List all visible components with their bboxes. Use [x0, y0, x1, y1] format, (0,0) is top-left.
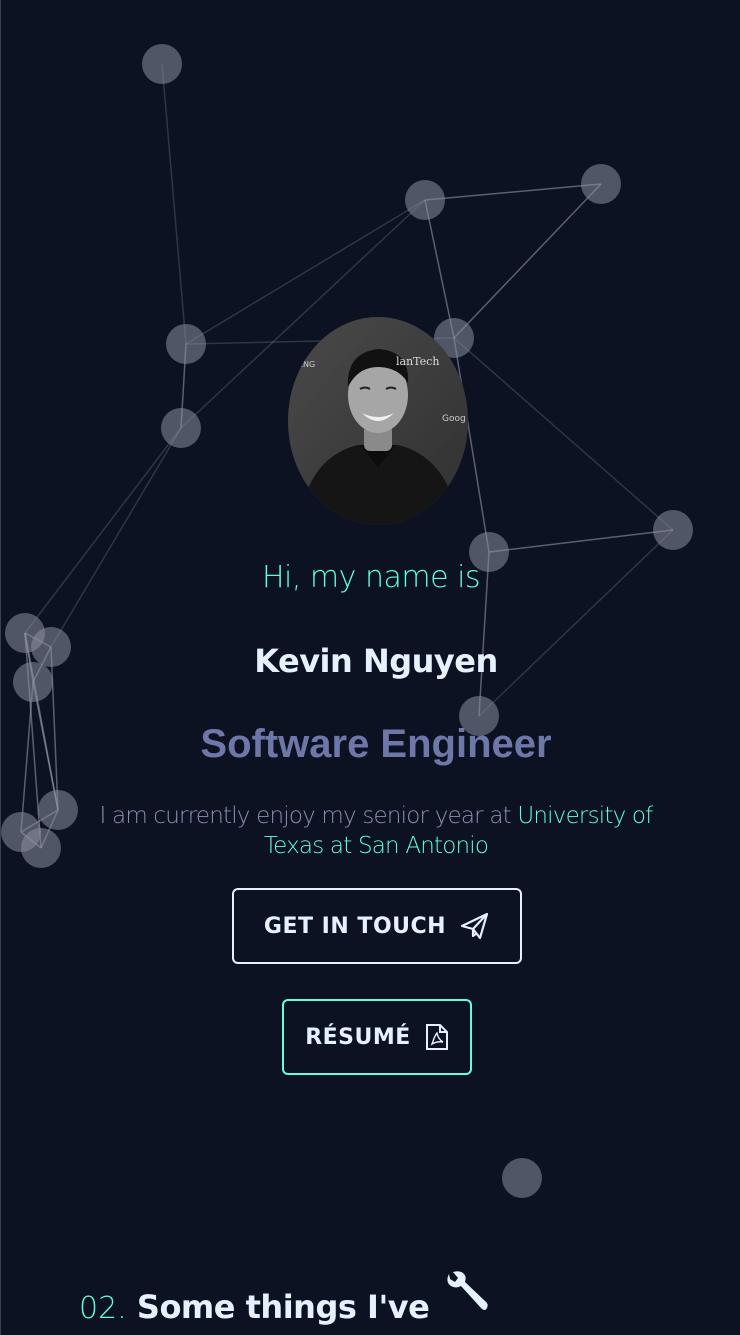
particle-link	[161, 63, 187, 345]
particle-link	[50, 427, 182, 648]
particle-node	[502, 1158, 542, 1198]
greeting-text: Hi, my name is	[261, 560, 481, 595]
profile-photo-image: lanTech Goog ENG	[288, 317, 468, 525]
get-in-touch-button[interactable]: GET IN TOUCH	[232, 888, 522, 964]
pdf-file-icon	[425, 1024, 448, 1050]
particle-link	[424, 183, 602, 201]
particle-link	[488, 529, 674, 553]
particle-link	[24, 427, 182, 634]
bio-text: I am currently enjoy my senior year at U…	[81, 801, 671, 861]
paper-plane-icon	[460, 912, 489, 940]
section-title-text: Some things I've	[136, 1288, 430, 1326]
particle-node	[581, 164, 621, 204]
role-heading: Software Engineer	[200, 722, 552, 766]
particle-node	[166, 324, 206, 364]
particle-node	[161, 408, 201, 448]
section-heading: 02. Some things I've	[79, 1270, 489, 1326]
particle-node	[142, 44, 182, 84]
profile-photo: lanTech Goog ENG	[288, 317, 468, 525]
name-heading: Kevin Nguyen	[254, 642, 498, 680]
particle-link	[453, 183, 602, 339]
particle-node	[21, 828, 61, 868]
particle-node	[405, 180, 445, 220]
particle-link	[424, 199, 455, 339]
section-number: 02.	[79, 1291, 127, 1326]
svg-text:Goog: Goog	[442, 414, 466, 424]
bio-prefix: I am currently enjoy my senior year at	[99, 803, 518, 829]
get-in-touch-label: GET IN TOUCH	[263, 913, 447, 939]
svg-text:lanTech: lanTech	[396, 355, 439, 368]
particle-link	[453, 337, 674, 531]
resume-label: RÉSUMÉ	[305, 1024, 411, 1050]
wrench-icon	[447, 1271, 489, 1310]
particle-node	[38, 790, 78, 830]
resume-button[interactable]: RÉSUMÉ	[282, 999, 472, 1075]
page: lanTech Goog ENG Hi, my name is Kevin Ng…	[0, 0, 740, 1335]
particle-node	[653, 510, 693, 550]
